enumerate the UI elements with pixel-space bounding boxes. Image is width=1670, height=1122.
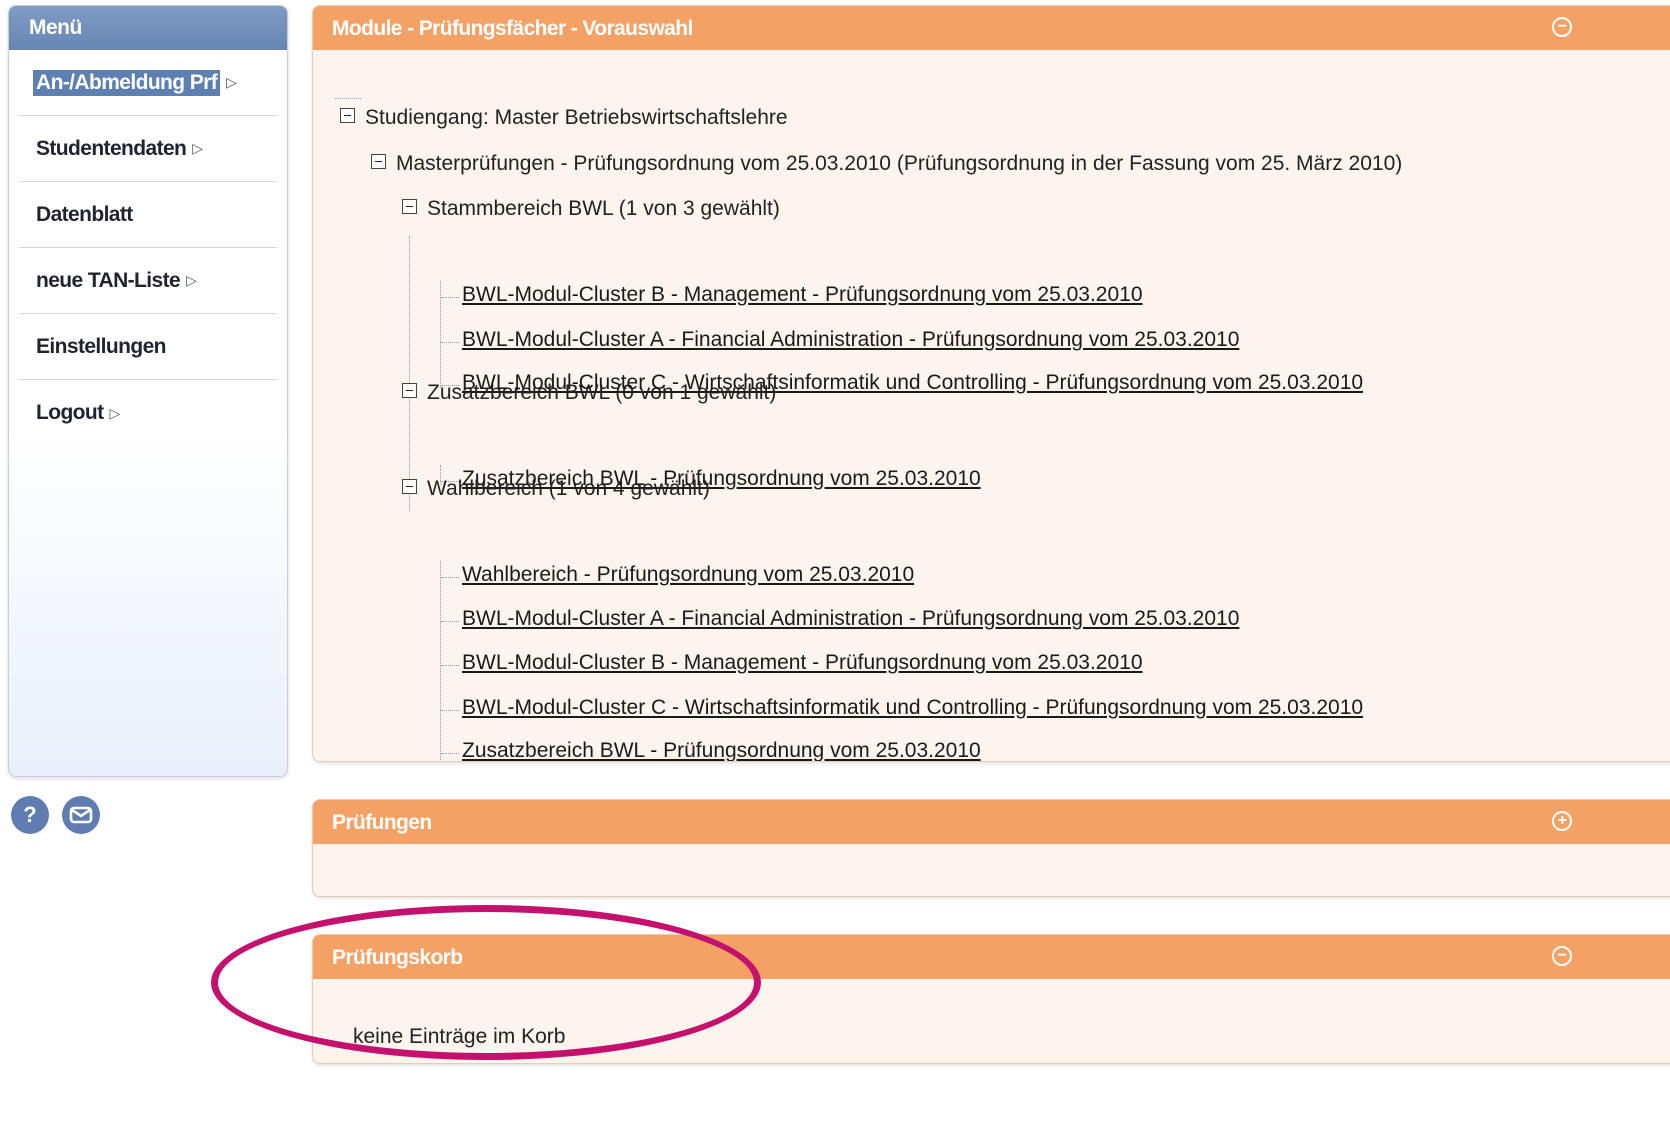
pruefungen-panel: Prüfungen + [312,799,1670,897]
tree-connector [441,621,459,622]
pruefungen-panel-title: Prüfungen [332,811,432,834]
menu-list: An-/Abmeldung Prf ▷ Studentendaten ▷ Dat… [19,50,277,446]
tree-link-module[interactable]: Zusatzbereich BWL - Prüfungsordnung vom … [462,739,981,761]
menu-item-label: Einstellungen [36,334,166,358]
module-panel-header: Module - Prüfungsfächer - Vorauswahl − [313,6,1670,50]
tree-connector [335,98,361,99]
tree-connector [441,297,459,298]
arrow-right-icon: ▷ [109,404,121,421]
tree-link-module[interactable]: BWL-Modul-Cluster B - Management - Prüfu… [462,283,1143,307]
menu-item-label: Datenblatt [36,202,133,226]
tree-connector [441,342,459,343]
tree-node-studiengang: Studiengang: Master Betriebswirtschaftsl… [365,106,788,129]
menu-item-studentendaten[interactable]: Studentendaten ▷ [19,116,277,182]
tree-connector [440,561,441,760]
module-panel-title: Module - Prüfungsfächer - Vorauswahl [332,17,693,40]
menu-item-label: An-/Abmeldung Prf [33,69,221,96]
tree-connector [409,236,410,511]
tree-link-module[interactable]: Wahlbereich - Prüfungsordnung vom 25.03.… [462,563,914,587]
tree-collapse-icon[interactable] [402,199,417,214]
tree-collapse-icon[interactable] [371,154,386,169]
pruefungen-panel-header: Prüfungen + [313,800,1670,844]
pruefungskorb-panel: Prüfungskorb − keine Einträge im Korb [312,934,1670,1064]
menu-item-tan-liste[interactable]: neue TAN-Liste ▷ [19,248,277,314]
pruefungskorb-panel-title: Prüfungskorb [332,946,463,969]
help-icon[interactable]: ? [11,796,49,834]
tree-link-module[interactable]: BWL-Modul-Cluster A - Financial Administ… [462,328,1239,352]
arrow-right-icon: ▷ [226,74,237,90]
menu-item-label: neue TAN-Liste [36,268,181,292]
tree-node-masterpruefungen: Masterprüfungen - Prüfungsordnung vom 25… [396,152,1403,175]
menu-item-logout[interactable]: Logout ▷ [19,380,277,446]
sidebar-title: Menü [9,6,287,50]
pruefungskorb-panel-header: Prüfungskorb − [313,935,1670,979]
tree-collapse-icon[interactable] [402,383,417,398]
menu-item-anmeldung[interactable]: An-/Abmeldung Prf ▷ [19,50,277,116]
arrow-right-icon: ▷ [192,140,203,156]
tree-connector [441,665,459,666]
tree-node-stammbereich: Stammbereich BWL (1 von 3 gewählt) [427,197,780,220]
tree-connector [441,577,459,578]
tree-node-wahlbereich: Wahlbereich (1 von 4 gewählt) [427,477,710,500]
tree-node-zusatzbereich: Zusatzbereich BWL (0 von 1 gewählt) [427,381,777,404]
menu-item-einstellungen[interactable]: Einstellungen [19,314,277,380]
tree-link-module[interactable]: BWL-Modul-Cluster A - Financial Administ… [462,607,1239,631]
sidebar-menu: Menü An-/Abmeldung Prf ▷ Studentendaten … [8,5,288,777]
module-panel: Module - Prüfungsfächer - Vorauswahl − S… [312,5,1670,762]
mail-icon[interactable] [62,796,100,834]
envelope-icon [69,806,93,824]
menu-item-label: Logout [36,401,104,424]
expand-icon[interactable]: + [1552,811,1572,831]
tree-link-module[interactable]: BWL-Modul-Cluster B - Management - Prüfu… [462,651,1143,675]
tree-connector [441,710,459,711]
korb-empty-text: keine Einträge im Korb [353,1025,566,1048]
collapse-icon[interactable]: − [1552,946,1572,966]
tree-collapse-icon[interactable] [402,479,417,494]
menu-item-datenblatt[interactable]: Datenblatt [19,182,277,248]
tree-link-module[interactable]: BWL-Modul-Cluster C - Wirtschaftsinforma… [462,696,1363,720]
menu-item-label: Studentendaten [36,136,187,160]
tree-connector [441,753,459,754]
tree-collapse-icon[interactable] [340,108,355,123]
collapse-icon[interactable]: − [1552,17,1572,37]
arrow-right-icon: ▷ [186,272,197,288]
